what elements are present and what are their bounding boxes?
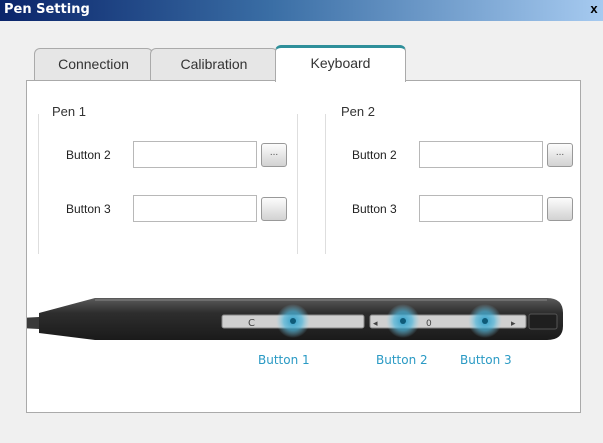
tab-calibration-label: Calibration xyxy=(180,56,248,72)
pen-mark-a: C xyxy=(248,318,255,329)
tab-keyboard-label: Keyboard xyxy=(310,55,371,71)
close-button[interactable]: x xyxy=(587,1,601,17)
tab-connection-label: Connection xyxy=(58,56,129,72)
pen-tip-shaft xyxy=(27,317,39,329)
tab-calibration[interactable]: Calibration xyxy=(150,48,278,80)
pen-mark-b: ◂ xyxy=(373,319,378,329)
tab-keyboard[interactable]: Keyboard xyxy=(275,45,406,82)
pen-button1-label: Button 1 xyxy=(258,353,310,367)
pen-mark-d: ▸ xyxy=(511,319,516,329)
pen-button1-dot xyxy=(290,318,296,324)
pen-button3-dot xyxy=(482,318,488,324)
title-bar: Pen Setting x xyxy=(0,0,603,21)
keyboard-panel: Pen 1 Button 2 ... Button 3 Pen 2 Button… xyxy=(26,80,581,413)
pen-button3-label: Button 3 xyxy=(460,353,512,367)
pen-mark-c: 0 xyxy=(426,319,432,329)
pen-button2-dot xyxy=(400,318,406,324)
pen-button2-label: Button 2 xyxy=(376,353,428,367)
pen-end-cap xyxy=(528,313,558,330)
tab-connection[interactable]: Connection xyxy=(34,48,153,80)
window-title: Pen Setting xyxy=(4,2,90,17)
